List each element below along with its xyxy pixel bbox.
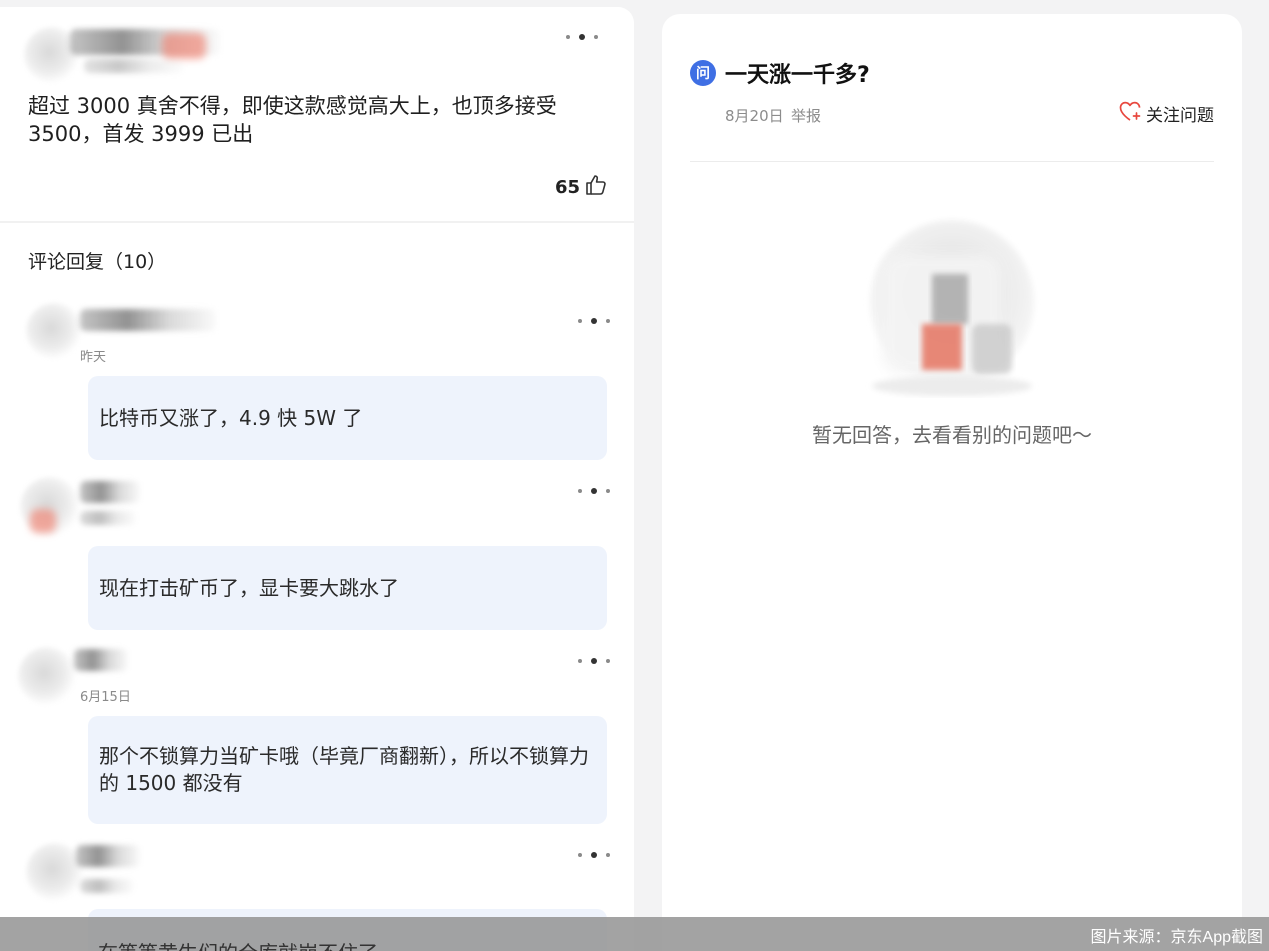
comment-user-blurred — [80, 481, 140, 503]
heart-plus-icon — [1118, 100, 1142, 127]
question-badge-icon: 问 — [690, 60, 716, 86]
comment-user-blurred — [74, 649, 128, 671]
follow-question-label: 关注问题 — [1146, 101, 1214, 126]
question-date: 8月20日 — [725, 105, 784, 126]
empty-state-text: 暂无回答，去看看别的问题吧～ — [662, 419, 1242, 448]
post-text: 超过 3000 真舍不得，即使这款感觉高大上，也顶多接受 3500，首发 399… — [28, 92, 608, 148]
comment-more-icon[interactable] — [578, 655, 610, 667]
comment-avatar[interactable] — [18, 647, 76, 705]
comment-time: 6月15日 — [80, 686, 131, 705]
comment-bubble[interactable]: 那个不锁算力当矿卡哦（毕竟厂商翻新），所以不锁算力的 1500 都没有 — [88, 716, 607, 824]
question-panel: 问 一天涨一千多? 8月20日 举报 关注问题 — [662, 14, 1242, 951]
comment-text: 在等等黄牛们的仓库就崩不住了 — [98, 937, 378, 951]
comments-title: 评论回复（10） — [28, 247, 166, 274]
comment-time-blurred — [80, 511, 136, 525]
post-detail-panel: 超过 3000 真舍不得，即使这款感觉高大上，也顶多接受 3500，首发 399… — [0, 7, 634, 951]
comment-bubble[interactable]: 现在打击矿币了，显卡要大跳水了 — [88, 546, 607, 630]
comment-more-icon[interactable] — [578, 849, 610, 861]
poster-meta-blurred — [84, 59, 184, 73]
follow-question-button[interactable]: 关注问题 — [1118, 100, 1214, 127]
comment-avatar[interactable] — [26, 303, 82, 359]
thumbs-up-icon — [584, 173, 608, 201]
poster-badge-blurred — [162, 33, 206, 59]
comment-more-icon[interactable] — [578, 315, 610, 327]
comment-user-blurred — [76, 845, 140, 867]
comment-user-blurred — [80, 309, 216, 331]
like-count: 65 — [555, 177, 580, 198]
comment-time: 昨天 — [80, 346, 106, 365]
comment-more-icon[interactable] — [578, 485, 610, 497]
report-link[interactable]: 举报 — [791, 105, 821, 126]
section-divider — [0, 221, 634, 223]
comment-text: 比特币又涨了，4.9 快 5W 了 — [99, 405, 362, 432]
comment-bubble[interactable]: 比特币又涨了，4.9 快 5W 了 — [88, 376, 607, 460]
question-divider — [690, 161, 1214, 162]
like-button[interactable]: 65 — [555, 173, 608, 201]
caption-bar: 在等等黄牛们的仓库就崩不住了 图片来源：京东App截图 — [0, 917, 1269, 951]
empty-state-illustration — [822, 214, 1082, 414]
comment-text: 现在打击矿币了，显卡要大跳水了 — [99, 575, 399, 602]
post-more-icon[interactable] — [566, 31, 598, 43]
comment-time-blurred — [80, 879, 134, 893]
comment-text: 那个不锁算力当矿卡哦（毕竟厂商翻新），所以不锁算力的 1500 都没有 — [99, 743, 596, 797]
image-source-caption: 图片来源：京东App截图 — [1091, 923, 1263, 947]
comment-avatar-red-blurred — [30, 509, 56, 533]
question-title: 一天涨一千多? — [725, 57, 870, 89]
